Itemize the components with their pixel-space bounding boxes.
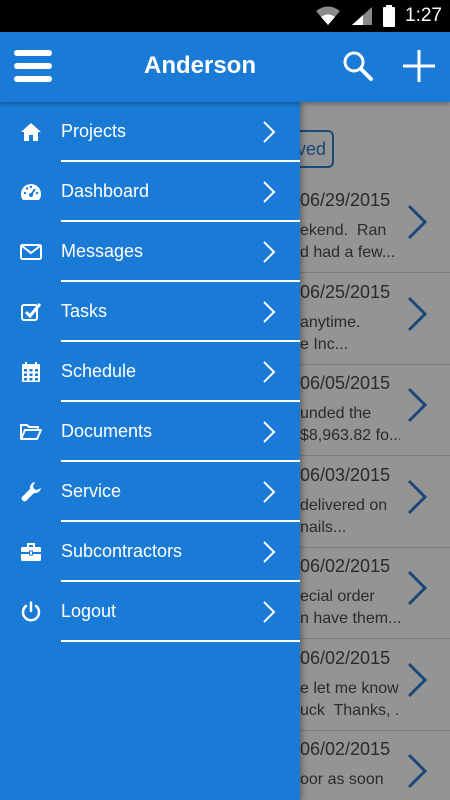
- clock-time: 1:27: [405, 5, 442, 26]
- drawer-item-label: Logout: [61, 601, 117, 621]
- chevron-right-icon: [263, 241, 276, 263]
- wrench-icon: [21, 482, 41, 502]
- status-bar: 1:27: [0, 0, 450, 32]
- checkbox-icon: [21, 303, 42, 321]
- drawer-item-logout[interactable]: Logout: [0, 582, 300, 642]
- chevron-right-icon: [263, 541, 276, 563]
- navigation-drawer: Projects Dashboard Messages Tasks Schedu…: [0, 102, 300, 800]
- drawer-item-label: Documents: [61, 421, 153, 441]
- chevron-right-icon: [263, 481, 276, 503]
- wifi-icon: [316, 6, 341, 25]
- home-icon: [21, 123, 41, 141]
- divider: [61, 640, 300, 642]
- drawer-item-messages[interactable]: Messages: [0, 222, 300, 282]
- page-title: Anderson: [143, 52, 256, 79]
- envelope-icon: [20, 244, 42, 260]
- chevron-right-icon: [263, 181, 276, 203]
- drawer-item-label: Tasks: [61, 301, 108, 321]
- battery-icon: [383, 5, 396, 27]
- add-button[interactable]: [401, 48, 439, 86]
- calendar-icon: [22, 362, 40, 382]
- dashboard-gauge-icon: [21, 184, 41, 200]
- drawer-item-label: Dashboard: [61, 181, 150, 201]
- drawer-item-label: Messages: [61, 241, 144, 261]
- folder-open-icon: [20, 424, 42, 440]
- plus-icon: [403, 50, 435, 82]
- chevron-right-icon: [263, 361, 276, 383]
- drawer-item-schedule[interactable]: Schedule: [0, 342, 300, 402]
- drawer-item-documents[interactable]: Documents: [0, 402, 300, 462]
- drawer-item-dashboard[interactable]: Dashboard: [0, 162, 300, 222]
- app-bar: Anderson: [0, 32, 450, 102]
- search-icon: [343, 51, 373, 81]
- chevron-right-icon: [263, 121, 276, 143]
- briefcase-icon: [21, 543, 41, 561]
- drawer-item-subcontractors[interactable]: Subcontractors: [0, 522, 300, 582]
- search-button[interactable]: [342, 50, 378, 86]
- drawer-item-label: Service: [61, 481, 122, 501]
- drawer-item-projects[interactable]: Projects: [0, 102, 300, 162]
- drawer-item-label: Projects: [61, 121, 127, 141]
- drawer-item-label: Schedule: [61, 361, 137, 381]
- drawer-item-label: Subcontractors: [61, 541, 183, 561]
- chevron-right-icon: [263, 301, 276, 323]
- chevron-right-icon: [263, 601, 276, 623]
- signal-icon: [352, 7, 373, 25]
- drawer-item-service[interactable]: Service: [0, 462, 300, 522]
- drawer-item-tasks[interactable]: Tasks: [0, 282, 300, 342]
- chevron-right-icon: [263, 421, 276, 443]
- power-icon: [21, 601, 41, 622]
